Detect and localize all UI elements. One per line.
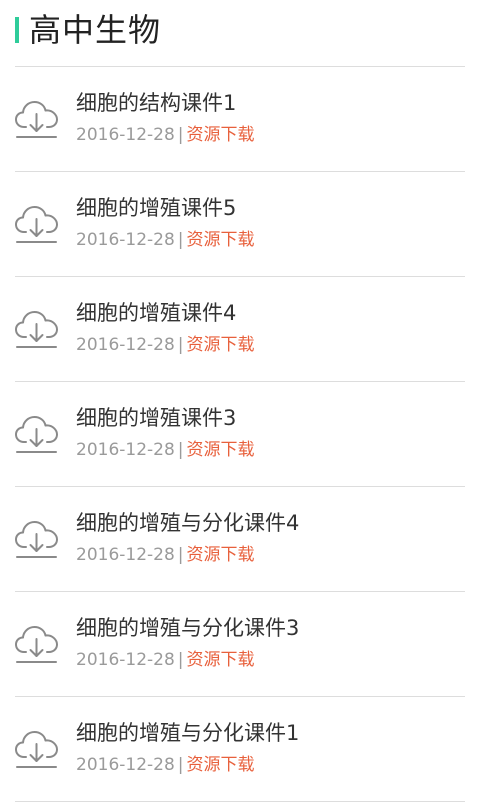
- item-title[interactable]: 细胞的增殖课件3: [76, 404, 236, 432]
- item-meta: 2016-12-28 | 资源下载: [76, 753, 255, 777]
- item-date: 2016-12-28: [76, 440, 175, 460]
- cloud-download-icon[interactable]: [15, 411, 59, 455]
- meta-separator: |: [177, 335, 184, 355]
- list-item[interactable]: 细胞的增殖课件3 2016-12-28 | 资源下载: [15, 382, 465, 487]
- item-meta: 2016-12-28 | 资源下载: [76, 543, 255, 567]
- item-title[interactable]: 细胞的增殖与分化课件1: [76, 719, 299, 747]
- title-accent-bar: [15, 17, 19, 43]
- item-date: 2016-12-28: [76, 125, 175, 145]
- cloud-download-icon[interactable]: [15, 96, 59, 140]
- download-link[interactable]: 资源下载: [187, 335, 255, 355]
- cloud-download-icon[interactable]: [15, 621, 59, 665]
- download-link[interactable]: 资源下载: [187, 440, 255, 460]
- item-date: 2016-12-28: [76, 545, 175, 565]
- list-item[interactable]: 细胞的增殖课件4 2016-12-28 | 资源下载: [15, 277, 465, 382]
- item-meta: 2016-12-28 | 资源下载: [76, 228, 255, 252]
- list-item[interactable]: 细胞的结构课件1 2016-12-28 | 资源下载: [15, 67, 465, 172]
- item-title[interactable]: 细胞的增殖与分化课件4: [76, 509, 299, 537]
- download-link[interactable]: 资源下载: [187, 545, 255, 565]
- item-date: 2016-12-28: [76, 335, 175, 355]
- meta-separator: |: [177, 440, 184, 460]
- page-header: 高中生物: [15, 10, 161, 50]
- page-title: 高中生物: [29, 11, 162, 49]
- item-date: 2016-12-28: [76, 650, 175, 670]
- list-item[interactable]: 细胞的增殖课件5 2016-12-28 | 资源下载: [15, 172, 465, 277]
- list-item[interactable]: 细胞的增殖与分化课件4 2016-12-28 | 资源下载: [15, 487, 465, 592]
- item-date: 2016-12-28: [76, 230, 175, 250]
- page: 高中生物 细胞的结构课件1 2016-12-28 | 资源下载 细胞的增殖课件5 2…: [0, 0, 480, 802]
- cloud-download-icon[interactable]: [15, 726, 59, 770]
- download-link[interactable]: 资源下载: [187, 230, 255, 250]
- download-link[interactable]: 资源下载: [187, 125, 255, 145]
- meta-separator: |: [177, 545, 184, 565]
- item-meta: 2016-12-28 | 资源下载: [76, 648, 255, 672]
- download-link[interactable]: 资源下载: [187, 755, 255, 775]
- item-meta: 2016-12-28 | 资源下载: [76, 333, 255, 357]
- cloud-download-icon[interactable]: [15, 306, 59, 350]
- meta-separator: |: [177, 755, 184, 775]
- meta-separator: |: [177, 650, 184, 670]
- item-meta: 2016-12-28 | 资源下载: [76, 438, 255, 462]
- item-date: 2016-12-28: [76, 755, 175, 775]
- cloud-download-icon[interactable]: [15, 201, 59, 245]
- list-item[interactable]: 细胞的增殖与分化课件3 2016-12-28 | 资源下载: [15, 592, 465, 697]
- download-link[interactable]: 资源下载: [187, 650, 255, 670]
- list-item[interactable]: 细胞的增殖与分化课件1 2016-12-28 | 资源下载: [15, 697, 465, 802]
- item-meta: 2016-12-28 | 资源下载: [76, 123, 255, 147]
- item-title[interactable]: 细胞的结构课件1: [76, 89, 236, 117]
- meta-separator: |: [177, 230, 184, 250]
- item-title[interactable]: 细胞的增殖课件4: [76, 299, 236, 327]
- resource-list: 细胞的结构课件1 2016-12-28 | 资源下载 细胞的增殖课件5 2016-1…: [15, 67, 465, 802]
- meta-separator: |: [177, 125, 184, 145]
- item-title[interactable]: 细胞的增殖与分化课件3: [76, 614, 299, 642]
- item-title[interactable]: 细胞的增殖课件5: [76, 194, 236, 222]
- cloud-download-icon[interactable]: [15, 516, 59, 560]
